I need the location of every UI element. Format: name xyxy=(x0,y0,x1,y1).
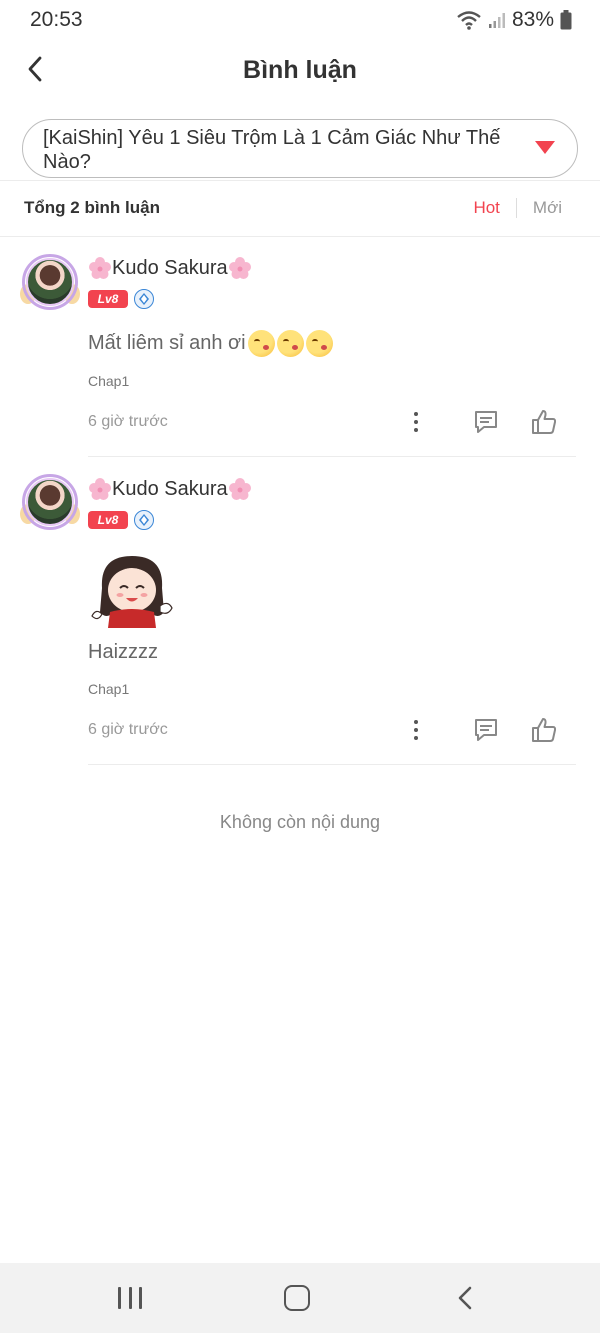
user-badges: Lv8 xyxy=(88,510,154,530)
dropdown-arrow-icon xyxy=(535,141,555,154)
comment-summary: Tổng 2 bình luận Hot Mới xyxy=(0,186,600,230)
wifi-icon xyxy=(457,11,481,30)
battery-percent: 83% xyxy=(511,8,554,31)
status-icons: 83% xyxy=(456,8,572,32)
comment-chapter: Chap1 xyxy=(88,373,130,389)
username-text: Kudo Sakura xyxy=(112,477,228,500)
avatar[interactable] xyxy=(20,254,80,310)
flower-icon xyxy=(89,257,111,279)
thumbs-up-icon[interactable] xyxy=(530,408,558,436)
chapter-selector[interactable]: [KaiShin] Yêu 1 Siêu Trộm Là 1 Cảm Giác … xyxy=(22,119,578,178)
comment-text: Haizzzz xyxy=(88,641,159,663)
signal-icon xyxy=(488,13,505,28)
comment-chapter: Chap1 xyxy=(88,681,130,697)
comment-text: Mất liêm sỉ anh ơi xyxy=(88,330,333,357)
thumbs-up-icon[interactable] xyxy=(530,716,558,744)
end-of-list-message: Không còn nội dung xyxy=(219,812,381,832)
nav-back-button[interactable] xyxy=(454,1285,478,1311)
divider xyxy=(0,236,600,237)
more-options-icon[interactable] xyxy=(404,408,428,436)
reply-icon[interactable] xyxy=(472,716,500,744)
chapter-selector-value: [KaiShin] Yêu 1 Siêu Trộm Là 1 Cảm Giác … xyxy=(43,127,501,173)
username[interactable]: Kudo Sakura xyxy=(88,256,252,280)
username-text: Kudo Sakura xyxy=(112,256,228,279)
emoji-icon xyxy=(276,330,304,357)
username[interactable]: Kudo Sakura xyxy=(88,477,252,501)
tab-separator xyxy=(515,198,517,218)
level-badge: Lv8 xyxy=(88,290,128,308)
status-time: 20:53 xyxy=(30,8,83,31)
tab-new[interactable]: Mới xyxy=(533,198,562,218)
header: Bình luận xyxy=(0,38,600,106)
diamond-badge-icon xyxy=(134,289,154,309)
more-options-icon[interactable] xyxy=(404,716,428,744)
sort-tabs: Hot Mới xyxy=(473,198,562,218)
avatar[interactable] xyxy=(20,474,80,530)
home-button[interactable] xyxy=(284,1285,310,1311)
battery-icon xyxy=(560,10,572,30)
comment-time: 6 giờ trước xyxy=(88,413,168,430)
comment-time: 6 giờ trước xyxy=(88,721,168,738)
total-comments: Tổng 2 bình luận xyxy=(24,198,160,217)
tab-hot[interactable]: Hot xyxy=(473,198,499,218)
system-nav-bar xyxy=(0,1263,600,1333)
chibi-girl-sticker xyxy=(91,556,173,628)
level-badge: Lv8 xyxy=(88,511,128,529)
status-bar: 20:53 83% xyxy=(0,0,600,38)
flower-icon xyxy=(228,257,251,279)
emoji-icon xyxy=(247,330,275,357)
diamond-badge-icon xyxy=(134,510,154,530)
recent-apps-button[interactable] xyxy=(118,1287,142,1309)
user-badges: Lv8 xyxy=(88,289,154,309)
reply-icon[interactable] xyxy=(472,408,500,436)
divider xyxy=(88,456,576,457)
divider xyxy=(88,764,576,765)
divider xyxy=(0,180,600,181)
flower-icon xyxy=(228,478,251,500)
page-title: Bình luận xyxy=(243,56,357,84)
flower-icon xyxy=(89,478,111,500)
emoji-icon xyxy=(305,330,333,357)
